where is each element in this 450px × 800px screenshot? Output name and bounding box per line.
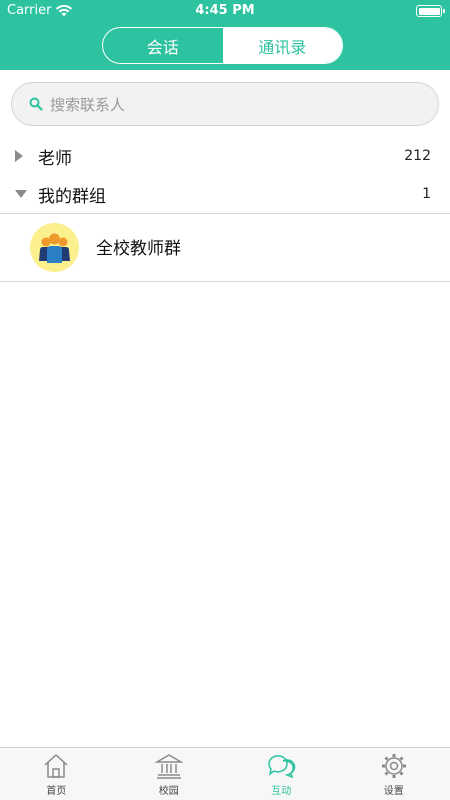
search-placeholder: 搜索联系人 — [50, 95, 126, 114]
status-bar: Carrier 4:45 PM — [0, 0, 450, 22]
member-name: 全校教师群 — [96, 239, 181, 259]
gear-icon — [379, 752, 409, 780]
search-input[interactable]: 搜索联系人 — [11, 82, 439, 126]
group-count: 212 — [404, 148, 431, 164]
tab-label: 互动 — [271, 786, 292, 797]
group-row-teachers[interactable]: 老师 212 — [0, 138, 450, 174]
group-name: 老师 — [38, 148, 72, 169]
tab-campus[interactable]: 校园 — [113, 748, 226, 800]
tab-home[interactable]: 首页 — [0, 748, 113, 800]
tab-label: 设置 — [383, 786, 404, 797]
battery-icon — [416, 5, 445, 17]
tab-label: 校园 — [158, 786, 179, 797]
search-icon — [29, 97, 43, 111]
status-time: 4:45 PM — [195, 3, 255, 18]
chat-icon — [266, 752, 296, 780]
tab-contacts[interactable]: 通讯录 — [222, 28, 342, 63]
group-count: 1 — [422, 186, 431, 202]
segmented-control: 会话 通讯录 — [102, 27, 343, 64]
home-icon — [41, 752, 71, 780]
group-row-my-groups[interactable]: 我的群组 1 — [0, 176, 450, 212]
tab-bar: 首页 校园 互动 设置 — [0, 747, 450, 800]
tab-chat[interactable]: 会话 — [103, 28, 223, 63]
header: Carrier 4:45 PM 会话 通讯录 — [0, 0, 450, 70]
campus-icon — [154, 752, 184, 780]
group-name: 我的群组 — [38, 186, 106, 207]
group-avatar-icon — [30, 223, 79, 272]
list-item[interactable]: 全校教师群 — [0, 214, 450, 281]
tab-settings[interactable]: 设置 — [338, 748, 450, 800]
divider — [0, 281, 450, 282]
expand-arrow-icon — [15, 150, 23, 162]
tab-interact[interactable]: 互动 — [225, 748, 338, 800]
tab-label: 首页 — [46, 786, 67, 797]
collapse-arrow-icon — [15, 190, 27, 198]
